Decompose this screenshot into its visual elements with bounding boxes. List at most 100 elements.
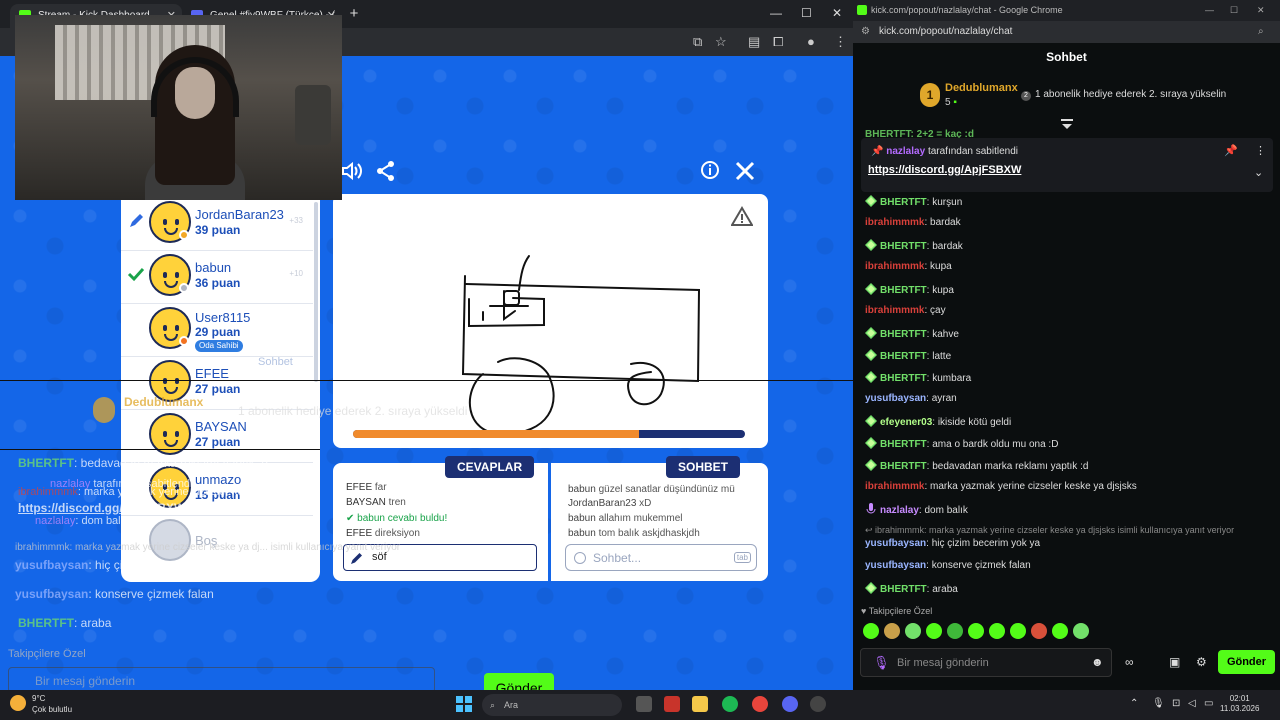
tray-chevron-icon[interactable]: ⌃ <box>1130 698 1138 709</box>
answer-text: far <box>374 482 387 493</box>
discord-icon[interactable] <box>782 696 798 712</box>
close-window-icon[interactable]: ✕ <box>1257 0 1265 21</box>
chat-username[interactable]: BHERTFT <box>880 373 927 384</box>
chat-username[interactable]: ibrahimmmk <box>865 261 924 272</box>
extensions-icon[interactable]: ⧠ <box>773 34 783 50</box>
emote-icon[interactable] <box>863 623 879 639</box>
emote-icon[interactable] <box>905 623 921 639</box>
chat-username[interactable]: efeyener03 <box>880 417 932 428</box>
emote-icon[interactable] <box>947 623 963 639</box>
emote-icon[interactable] <box>989 623 1005 639</box>
emote-icon[interactable] <box>1010 623 1026 639</box>
zoom-icon[interactable]: ⌕ <box>1258 21 1264 43</box>
app-icon[interactable] <box>664 696 680 712</box>
chat-username[interactable]: BHERTFT <box>880 197 927 208</box>
more-options-icon[interactable]: ⋮ <box>1255 144 1266 157</box>
tab-key-hint: tab <box>733 552 751 563</box>
round-timer-bar <box>353 430 745 438</box>
site-settings-icon[interactable]: ⚙ <box>861 21 870 43</box>
close-game-icon[interactable] <box>734 160 756 182</box>
maximize-icon[interactable]: ☐ <box>1230 0 1238 21</box>
reading-mode-icon[interactable]: ▤ <box>748 34 760 50</box>
kick-chat-window: kick.com/popout/nazlalay/chat - Google C… <box>853 0 1280 690</box>
player-row[interactable]: JordanBaran23 39 puan +33 <box>121 198 313 251</box>
screencast-icon[interactable]: ⧉ <box>693 34 702 50</box>
emote-icon[interactable] <box>968 623 984 639</box>
ghost-leader-msg: 1 abonelik hediye ederek 2. sıraya yükse… <box>238 404 468 418</box>
emote-icon[interactable] <box>926 623 942 639</box>
collapse-chevron-icon[interactable] <box>1060 118 1074 130</box>
minimize-icon[interactable]: — <box>1205 0 1214 21</box>
menu-icon[interactable]: ⋮ <box>834 34 847 50</box>
player-score: 29 puan <box>195 325 241 339</box>
emote-icon[interactable] <box>884 623 900 639</box>
chat-username[interactable]: yusufbaysan <box>865 393 926 404</box>
chat-username[interactable]: BHERTFT <box>880 351 927 362</box>
ghost-chat-line: yusufbaysan: hiç çizim becerim yok ya <box>15 558 226 572</box>
maximize-icon[interactable]: ☐ <box>801 6 812 20</box>
task-view-icon[interactable] <box>636 696 652 712</box>
windows-start-icon[interactable] <box>456 696 472 712</box>
chat-username[interactable]: nazlalay <box>880 505 919 516</box>
chat-text: bardak <box>930 217 961 228</box>
new-tab-button[interactable]: + <box>345 5 363 23</box>
pinned-discord-link[interactable]: https://discord.gg/ApjFSBXW <box>868 164 1021 176</box>
streamer <box>145 45 245 200</box>
chat-message: BHERTFT: kahve <box>865 327 959 340</box>
chat-header: Sohbet <box>1046 50 1087 64</box>
answer-line: EFEE direksiyon <box>346 528 420 539</box>
obs-icon[interactable] <box>810 696 826 712</box>
chat-text: araba <box>932 584 958 595</box>
player-list-scrollbar[interactable] <box>314 202 318 382</box>
network-icon[interactable]: ⊡ <box>1172 698 1180 709</box>
mic-tray-icon[interactable]: 🎙 <box>1152 698 1165 709</box>
player-row[interactable]: User8115 29 puan Oda Sahibi <box>121 304 313 357</box>
taskbar-search[interactable]: ⌕ Ara <box>482 694 622 716</box>
weather-widget[interactable]: 9°C Çok bulutlu <box>10 693 72 715</box>
chat-username[interactable]: BHERTFT <box>880 439 927 450</box>
unpin-icon[interactable]: 📌 <box>1224 144 1238 157</box>
spotify-icon[interactable] <box>722 696 738 712</box>
chat-address-bar[interactable]: ⚙ kick.com/popout/nazlalay/chat ⌕ <box>853 21 1280 43</box>
volume-icon[interactable] <box>341 161 363 181</box>
chat-username[interactable]: BHERTFT <box>880 285 927 296</box>
player-row[interactable]: babun 36 puan +10 <box>121 251 313 304</box>
chrome-icon[interactable] <box>752 696 768 712</box>
bookmark-star-icon[interactable]: ☆ <box>715 34 727 50</box>
gift-shop-icon[interactable]: ▣ <box>1169 655 1180 669</box>
chat-username[interactable]: ibrahimmmk <box>865 217 924 228</box>
emoji-icon[interactable]: ☻ <box>1091 655 1104 669</box>
chat-username[interactable]: yusufbaysan <box>865 538 926 549</box>
chat-input-placeholder: Bir mesaj gönderin <box>897 657 989 669</box>
close-window-icon[interactable]: ✕ <box>832 6 842 20</box>
chat-username[interactable]: BHERTFT <box>880 461 927 472</box>
chat-username[interactable]: BHERTFT <box>880 241 927 252</box>
battery-icon[interactable]: ▭ <box>1204 698 1213 709</box>
chat-settings-icon[interactable]: ⚙ <box>1196 655 1207 669</box>
chat-username[interactable]: BHERTFT <box>880 584 927 595</box>
emote-icon[interactable] <box>1031 623 1047 639</box>
expand-chevron-icon[interactable]: ⌄ <box>1254 166 1263 179</box>
answer-user: babun <box>357 513 385 524</box>
info-icon[interactable] <box>700 160 720 180</box>
chat-username[interactable]: yusufbaysan <box>865 560 926 571</box>
emote-icon[interactable] <box>1052 623 1068 639</box>
share-icon[interactable] <box>376 160 396 182</box>
volume-tray-icon[interactable]: ◁ <box>1188 698 1196 709</box>
chat-window-title: kick.com/popout/nazlalay/chat - Google C… <box>871 5 1063 15</box>
chat-username[interactable]: ibrahimmmk <box>865 305 924 316</box>
chat-username[interactable]: BHERTFT <box>880 329 927 340</box>
game-chat-input[interactable]: Sohbet... tab <box>565 544 757 571</box>
file-explorer-icon[interactable] <box>692 696 708 712</box>
kicks-icon[interactable]: ∞ <box>1125 655 1134 669</box>
mic-icon[interactable]: 🎙 <box>873 655 890 671</box>
ghost-discord-link: https://discord.gg/ApjFSBXW <box>18 501 186 515</box>
send-button[interactable]: Gönder <box>1218 650 1275 674</box>
report-warning-icon[interactable] <box>731 206 753 226</box>
emote-icon[interactable] <box>1073 623 1089 639</box>
system-clock[interactable]: 02:01 11.03.2026 <box>1220 694 1259 714</box>
chat-message-input[interactable]: 🎙 Bir mesaj gönderin ☻ <box>860 648 1112 677</box>
minimize-icon[interactable]: — <box>770 6 782 20</box>
chat-username[interactable]: ibrahimmmk <box>865 481 924 492</box>
profile-avatar[interactable]: ● <box>807 34 815 49</box>
